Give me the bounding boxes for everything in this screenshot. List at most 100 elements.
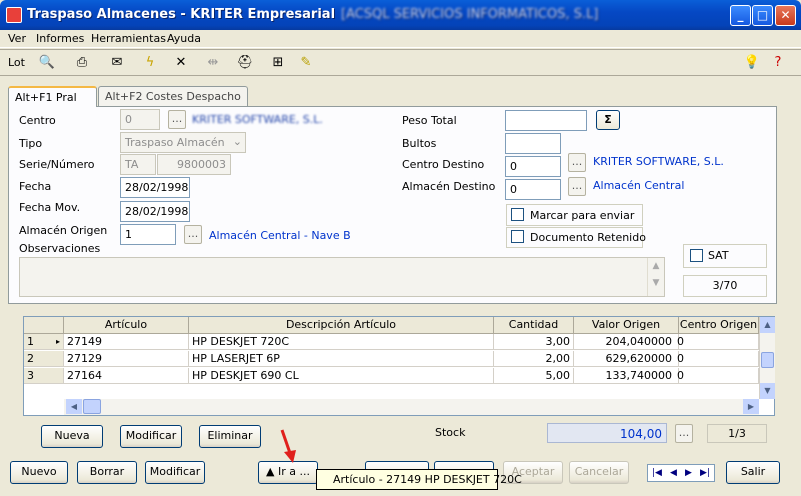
help-icon[interactable]: ?	[769, 54, 787, 72]
ir-a-button[interactable]: ▲ Ir a ...	[258, 461, 318, 484]
almacen-destino-label: Almacén Destino	[402, 180, 496, 193]
maximize-button[interactable]: □	[752, 5, 773, 26]
scroll-down-icon[interactable]: ▼	[760, 383, 775, 399]
fecha-mov-input[interactable]: 28/02/1998	[120, 201, 190, 222]
row-number: 3	[24, 368, 64, 384]
almacen-origen-name: Almacén Central - Nave B	[209, 229, 351, 242]
cell-articulo[interactable]: 27149	[64, 334, 189, 350]
observaciones-textarea[interactable]: ▲ ▼	[19, 257, 665, 297]
bultos-label: Bultos	[402, 137, 437, 150]
eliminar-linea-button[interactable]: Eliminar	[199, 425, 261, 448]
modificar-button[interactable]: Modificar	[145, 461, 205, 484]
column-header-descripcion[interactable]: Descripción Artículo	[189, 317, 494, 334]
stock-label: Stock	[435, 426, 466, 439]
serie-input: TA	[120, 154, 156, 175]
marcar-checkbox[interactable]	[511, 208, 524, 221]
table-row[interactable]: 3 27164 HP DESKJET 690 CL 5,00 133,74000…	[24, 368, 759, 385]
pencil-icon[interactable]: ✎	[297, 54, 315, 72]
retenido-label: Documento Retenido	[530, 231, 646, 244]
menu-informes[interactable]: Informes	[36, 32, 84, 45]
tab-costes-despacho[interactable]: Alt+F2 Costes Despacho	[98, 86, 248, 106]
close-button[interactable]: ✕	[775, 5, 796, 26]
menu-herramientas[interactable]: Herramientas	[91, 32, 166, 45]
last-record-icon[interactable]: ▶|	[700, 468, 710, 478]
cell-descripcion[interactable]: HP LASERJET 6P	[189, 351, 494, 367]
table-row[interactable]: 1 ▸ 27149 HP DESKJET 720C 3,00 204,040000…	[24, 334, 759, 351]
column-header-centro-origen[interactable]: Centro Origen	[679, 317, 759, 334]
almacen-origen-lookup-button[interactable]: ...	[184, 225, 202, 244]
serie-label: Serie/Número	[19, 158, 95, 171]
centro-destino-input[interactable]: 0	[505, 156, 561, 177]
nueva-linea-button[interactable]: Nueva	[41, 425, 103, 448]
cell-valor-origen[interactable]: 204,040000	[574, 334, 679, 350]
cell-centro-origen[interactable]: 0	[674, 368, 759, 384]
nuevo-button[interactable]: Nuevo	[10, 461, 68, 484]
cancel-icon[interactable]: ✕	[172, 54, 190, 72]
scroll-up-icon[interactable]: ▲	[760, 317, 775, 333]
fecha-input[interactable]: 28/02/1998	[120, 177, 190, 198]
menu-bar: Ver Informes Herramientas Ayuda	[0, 30, 801, 48]
minimize-button[interactable]: _	[730, 5, 751, 26]
cell-centro-origen[interactable]: 0	[674, 334, 759, 350]
cell-cantidad[interactable]: 5,00	[494, 368, 574, 384]
record-navigator: |◀ ◀ ▶ ▶|	[647, 464, 715, 482]
cell-articulo[interactable]: 27129	[64, 351, 189, 367]
row-number: 1 ▸	[24, 334, 64, 350]
observaciones-scrollbar[interactable]: ▲ ▼	[647, 258, 664, 296]
cell-centro-origen[interactable]: 0	[674, 351, 759, 367]
centro-destino-lookup-button[interactable]: ...	[568, 153, 586, 172]
sum-button[interactable]: Σ	[596, 110, 620, 130]
numero-input: 9800003	[157, 154, 231, 175]
preview-icon[interactable]: 🔍	[38, 54, 56, 72]
cell-cantidad[interactable]: 2,00	[494, 351, 574, 367]
salir-button[interactable]: Salir	[726, 461, 780, 484]
print-icon[interactable]: ⎙	[73, 54, 91, 72]
grid-icon[interactable]: ⊞	[269, 54, 287, 72]
cell-descripcion[interactable]: HP DESKJET 690 CL	[189, 368, 494, 384]
scroll-thumb[interactable]	[761, 352, 774, 368]
chevron-down-icon: ⌄	[232, 135, 242, 148]
app-icon[interactable]	[6, 7, 22, 23]
almacen-origen-input[interactable]: 1	[120, 224, 176, 245]
cell-descripcion[interactable]: HP DESKJET 720C	[189, 334, 494, 350]
column-header-valor-origen[interactable]: Valor Origen	[574, 317, 679, 334]
column-header-articulo[interactable]: Artículo	[64, 317, 189, 334]
tipo-select: Traspaso Almacén ⌄	[120, 132, 246, 153]
almacen-destino-name: Almacén Central	[593, 179, 685, 192]
almacen-destino-lookup-button[interactable]: ...	[568, 177, 586, 196]
next-record-icon[interactable]: ▶	[685, 468, 692, 478]
almacen-destino-input[interactable]: 0	[505, 179, 561, 200]
worker-icon[interactable]: ⛑	[236, 54, 254, 72]
table-row[interactable]: 2 27129 HP LASERJET 6P 2,00 629,620000 0	[24, 351, 759, 368]
marcar-label: Marcar para enviar	[530, 209, 635, 222]
cell-cantidad[interactable]: 3,00	[494, 334, 574, 350]
borrar-button[interactable]: Borrar	[77, 461, 137, 484]
bultos-input[interactable]	[505, 133, 561, 154]
lightbulb-icon[interactable]: 💡	[743, 54, 761, 72]
column-header-cantidad[interactable]: Cantidad	[494, 317, 574, 334]
stamp-icon[interactable]: ✉	[108, 54, 126, 72]
menu-ver[interactable]: Ver	[8, 32, 26, 45]
prev-record-icon[interactable]: ◀	[670, 468, 677, 478]
sat-label: SAT	[708, 249, 729, 262]
cell-articulo[interactable]: 27164	[64, 368, 189, 384]
lightning-icon[interactable]: ϟ	[141, 54, 159, 72]
retenido-checkbox[interactable]	[511, 230, 524, 243]
grid-vertical-scrollbar[interactable]: ▲ ▼	[759, 317, 775, 399]
cell-valor-origen[interactable]: 629,620000	[574, 351, 679, 367]
cell-valor-origen[interactable]: 133,740000	[574, 368, 679, 384]
menu-ayuda[interactable]: Ayuda	[167, 32, 201, 45]
peso-total-input[interactable]	[505, 110, 587, 131]
window-title: Traspaso Almacenes - KRITER Empresarial[…	[27, 7, 599, 22]
stock-lookup-button[interactable]: ...	[675, 424, 693, 443]
scroll-right-icon[interactable]: ▶	[743, 399, 759, 414]
sat-checkbox[interactable]	[690, 249, 703, 262]
first-record-icon[interactable]: |◀	[652, 468, 662, 478]
centro-input: 0	[120, 109, 160, 130]
scroll-h-thumb[interactable]	[83, 399, 101, 414]
modificar-linea-button[interactable]: Modificar	[120, 425, 182, 448]
scroll-left-icon[interactable]: ◀	[66, 399, 82, 414]
grid-horizontal-scrollbar[interactable]: ◀ ▶	[64, 399, 759, 415]
tab-pral[interactable]: Alt+F1 Pral	[8, 86, 97, 107]
tipo-value: Traspaso Almacén	[125, 136, 225, 149]
